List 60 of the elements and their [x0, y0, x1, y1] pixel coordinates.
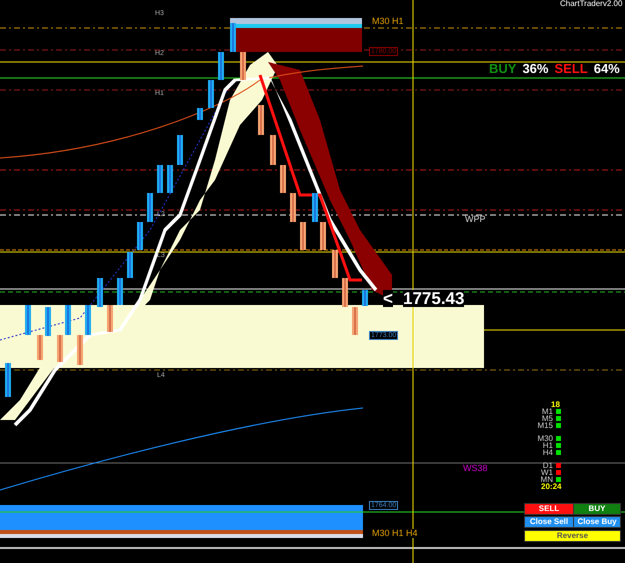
reverse-button[interactable]: Reverse	[524, 530, 621, 542]
bullish-candle	[208, 80, 214, 108]
close-button[interactable]: Close Sell	[524, 516, 574, 528]
buy-button[interactable]: BUY	[573, 503, 621, 515]
bullish-candle	[230, 22, 236, 52]
bullish-candle	[137, 222, 143, 250]
bullish-candle	[45, 306, 51, 336]
bullish-candle	[147, 192, 153, 222]
sell-button[interactable]: SELL	[524, 503, 574, 515]
current-price: 1775.43	[403, 290, 464, 307]
tick-count: 18	[551, 401, 560, 409]
timeframe-label: M1	[540, 408, 553, 416]
bearish-candle	[37, 334, 43, 360]
sentiment-buy-label: BUY	[489, 62, 516, 75]
bearish-candle	[270, 134, 276, 166]
price-marker: <	[383, 290, 393, 307]
bullish-candle	[85, 304, 91, 336]
zone-label: M30 H1 H4	[372, 529, 418, 538]
bullish-candle	[65, 304, 71, 336]
sentiment-sell-value: 64%	[594, 62, 620, 75]
app-title: ChartTraderv2.00	[560, 0, 622, 8]
sentiment-buy-value: 36%	[522, 62, 548, 75]
timeframe-label: MN	[540, 476, 553, 484]
timeframe-label: H1	[542, 442, 553, 450]
bearish-candle	[300, 222, 306, 250]
bearish-candle	[332, 250, 338, 278]
bullish-candle	[167, 164, 173, 194]
timeframe-label: H4	[542, 449, 553, 457]
bearish-candle	[240, 52, 246, 80]
bullish-candle	[362, 290, 368, 306]
pivot-label: WPP	[465, 215, 486, 224]
zone-label: M30 H1	[372, 17, 404, 26]
pivot-label: WS38	[463, 464, 488, 473]
timeframe-label: M30	[536, 435, 553, 443]
close-button[interactable]: Close Buy	[573, 516, 621, 528]
bearish-candle	[57, 334, 63, 362]
bullish-candle	[218, 52, 224, 80]
bullish-candle	[97, 278, 103, 308]
sentiment-sell-label: SELL	[554, 62, 588, 75]
bullish-candle	[177, 134, 183, 166]
bullish-candle	[25, 304, 31, 336]
bullish-candle	[127, 252, 133, 278]
bullish-candle	[157, 164, 163, 194]
bearish-candle	[107, 304, 113, 332]
bearish-candle	[280, 164, 286, 194]
bearish-candle	[258, 104, 264, 136]
bearish-candle	[290, 192, 296, 222]
bearish-candle	[77, 334, 83, 366]
bullish-candle	[117, 278, 123, 306]
bearish-candle	[342, 278, 348, 308]
timeframe-label: W1	[540, 469, 553, 477]
bullish-candle	[197, 108, 203, 120]
timeframe-label: M5	[542, 415, 553, 423]
timeframe-label: M15	[536, 422, 553, 430]
bullish-candle	[312, 192, 318, 222]
bar-timer: 20:24	[541, 483, 562, 491]
bullish-candle	[5, 362, 11, 398]
bearish-candle	[352, 306, 358, 336]
bearish-candle	[320, 222, 326, 250]
timeframe-label: D1	[542, 462, 553, 470]
